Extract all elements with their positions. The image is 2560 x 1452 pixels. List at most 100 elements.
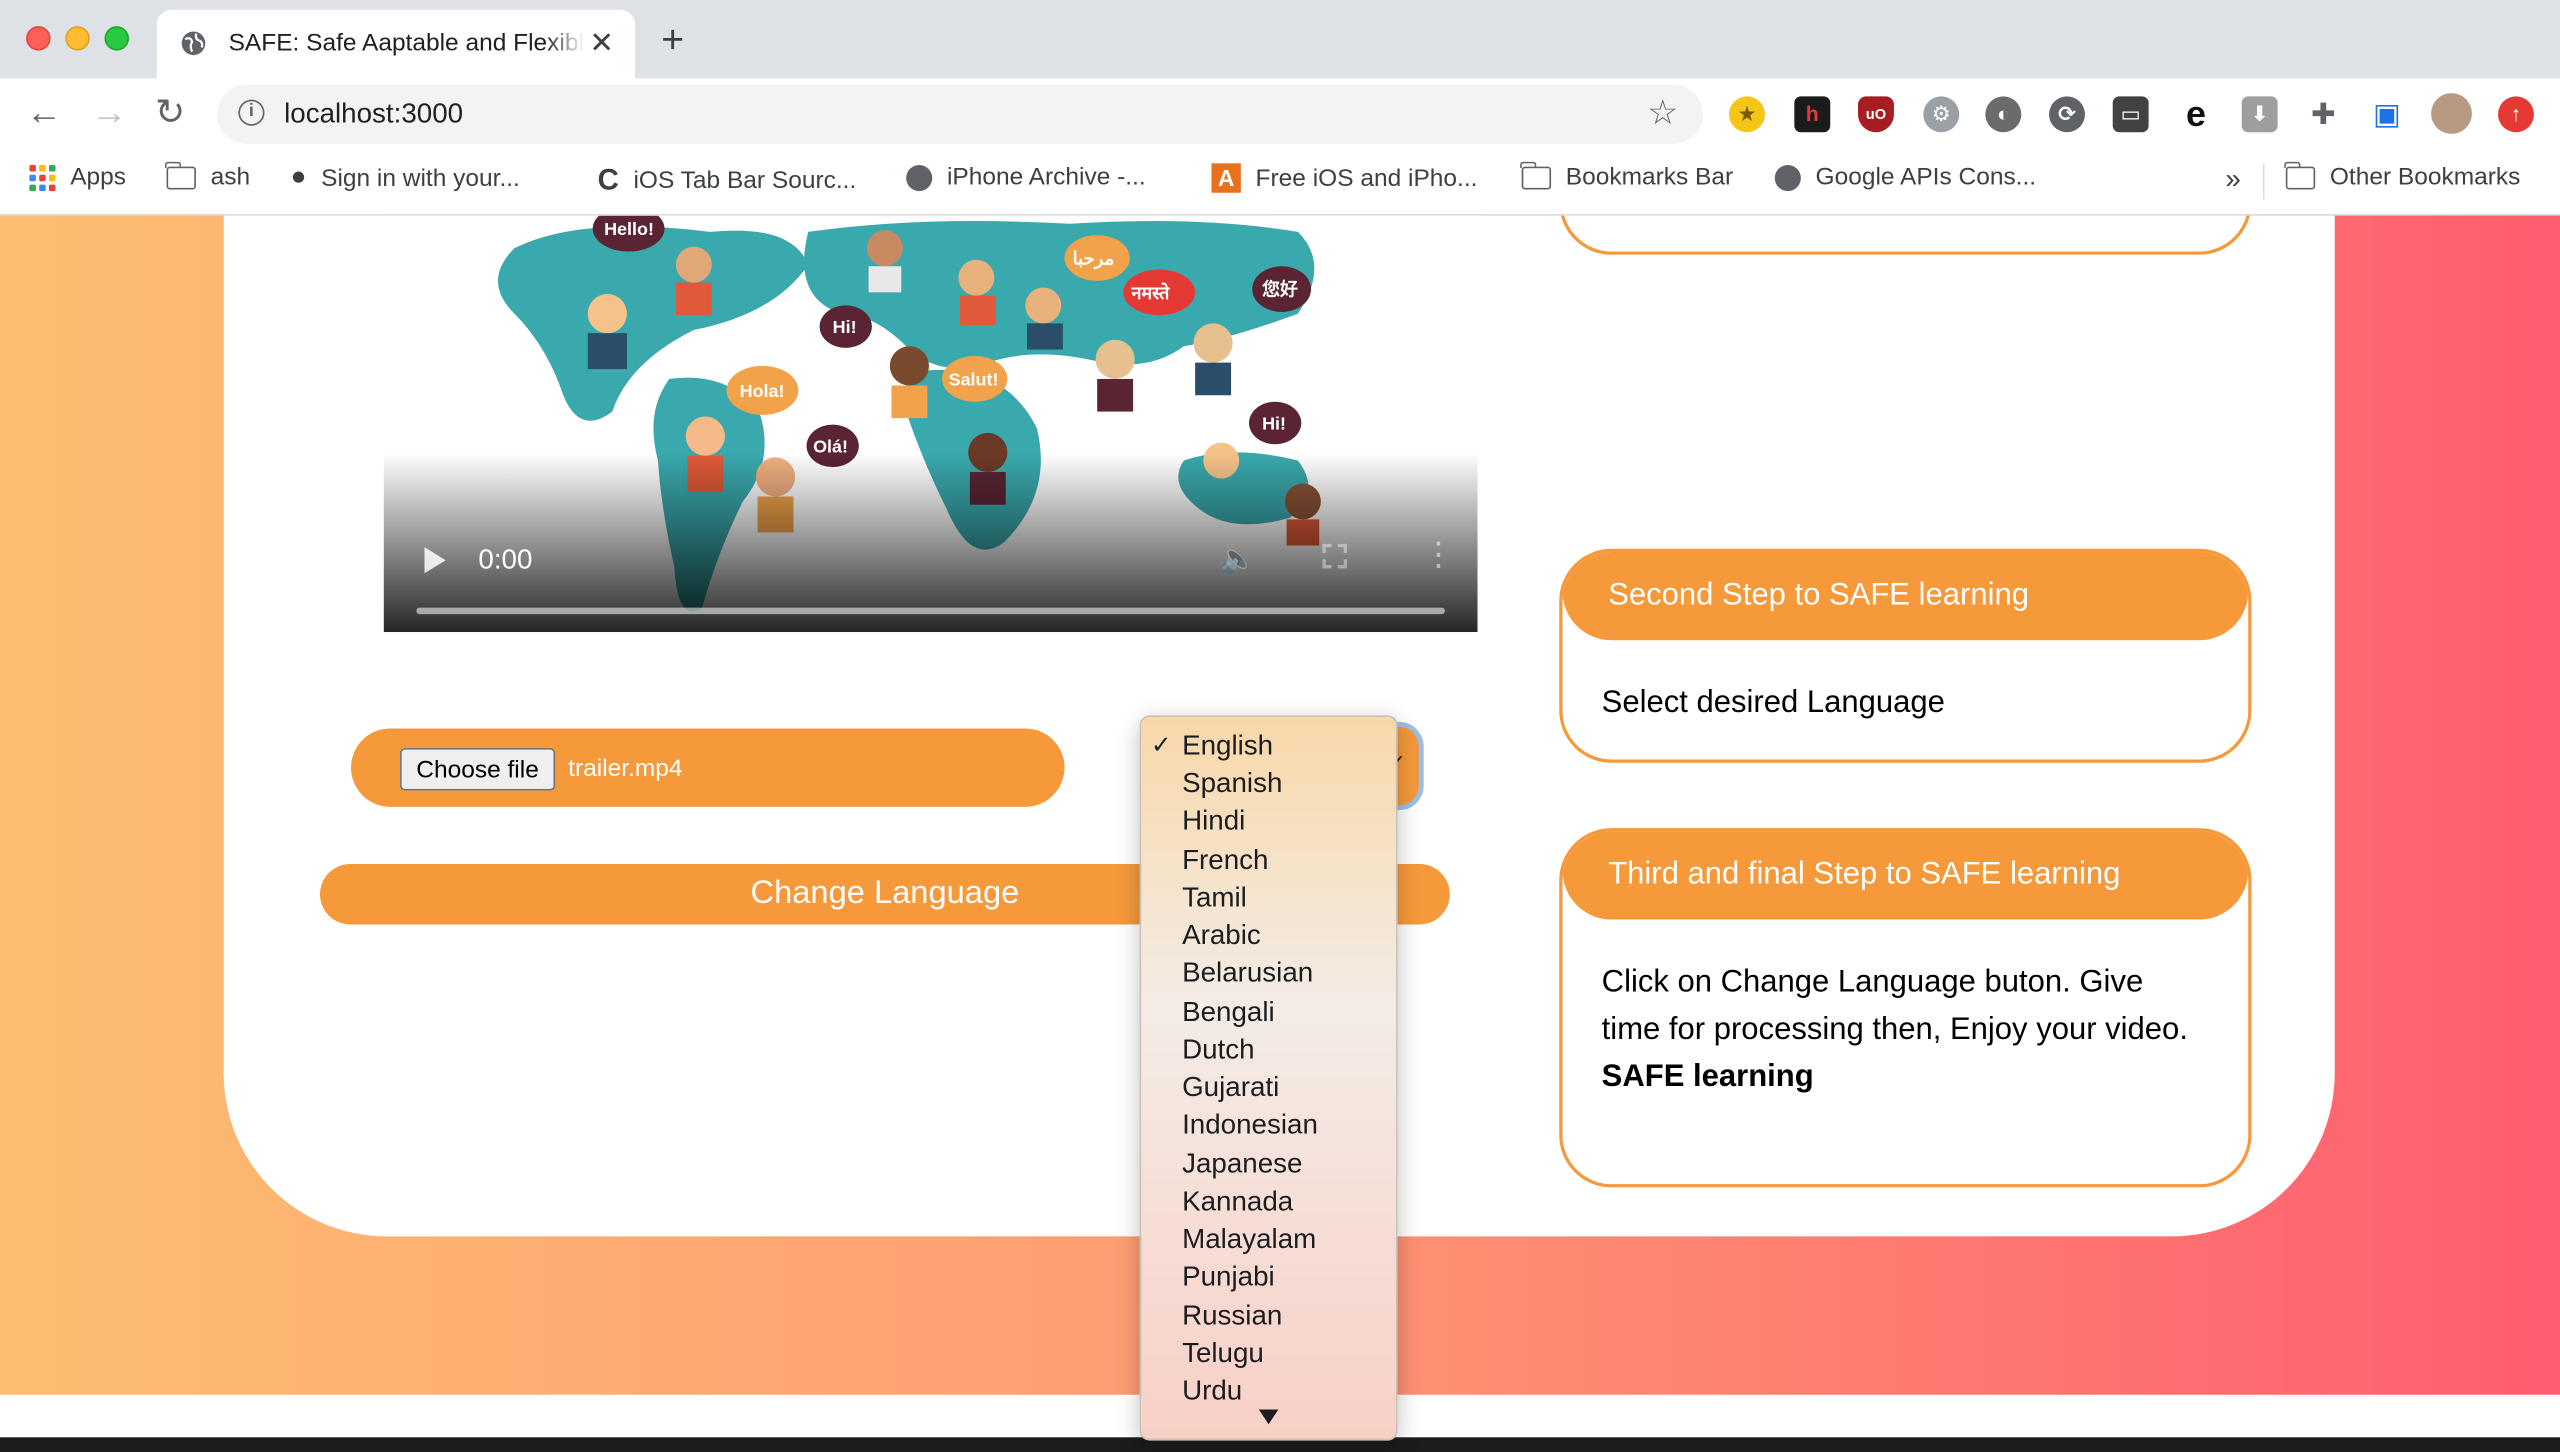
language-option[interactable]: Bengali (1182, 996, 1275, 1029)
profile-avatar[interactable] (2431, 93, 2472, 134)
bookmark-iphone-archive[interactable]: iPhone Archive -... (906, 163, 1146, 191)
h-extension-icon[interactable]: h (1794, 96, 1831, 133)
a-logo-icon: A (1211, 163, 1241, 193)
language-option[interactable]: Dutch (1182, 1034, 1255, 1067)
address-bar[interactable]: i localhost:3000 ☆ (217, 84, 1703, 144)
site-info-icon[interactable]: i (238, 99, 265, 126)
zoom-window-button[interactable] (104, 26, 129, 51)
third-step-card: Third and final Step to SAFE learning Cl… (1559, 828, 2252, 1188)
tab-title: SAFE: Safe Aaptable and Flexible (228, 29, 585, 58)
bookmark-label: iPhone Archive -... (946, 163, 1146, 192)
bookmark-label: Other Bookmarks (2329, 163, 2521, 192)
globe-icon (181, 31, 206, 56)
globe-icon (1774, 164, 1801, 191)
svg-text:Hello!: Hello! (604, 219, 654, 239)
language-option[interactable]: Russian (1182, 1300, 1282, 1333)
svg-text:Hi!: Hi! (1262, 414, 1286, 434)
bookmark-other[interactable]: Other Bookmarks (2284, 160, 2521, 192)
bookmark-apps[interactable]: Apps (29, 163, 126, 191)
update-icon[interactable]: ↑ (2498, 96, 2534, 133)
folder-icon (1520, 160, 1552, 189)
bookmark-google-apis[interactable]: Google APIs Cons... (1774, 163, 2037, 192)
gear-extension-icon[interactable]: ⚙ (1923, 96, 1960, 133)
language-option[interactable]: Gujarati (1182, 1071, 1279, 1104)
star-extension-icon[interactable]: ★ (1729, 96, 1765, 133)
language-option[interactable]: Spanish (1182, 768, 1282, 801)
step-title: Third and final Step to SAFE learning (1562, 831, 2249, 920)
language-option[interactable]: Hindi (1182, 805, 1245, 838)
more-options-icon[interactable]: ⋮ (1422, 539, 1455, 572)
globe-icon (906, 164, 933, 191)
reload-button[interactable]: ↻ (155, 94, 185, 131)
new-tab-button[interactable]: + (661, 20, 684, 60)
choose-file-button[interactable]: Choose file (400, 748, 556, 791)
svg-text:您好: 您好 (1262, 279, 1298, 300)
language-option[interactable]: French (1182, 844, 1268, 877)
bookmarks-overflow-button[interactable]: » (2225, 163, 2240, 196)
monitor-extension-icon[interactable]: ▭ (2112, 96, 2149, 133)
language-option[interactable]: Arabic (1182, 920, 1261, 953)
bookmark-ios-tab-bar[interactable]: C iOS Tab Bar Sourc... (598, 163, 857, 197)
circle-extension-icon[interactable]: ◐ (1985, 96, 2022, 133)
bookmark-sign-in[interactable]: ● Sign in with your... (291, 163, 520, 192)
forward-button[interactable]: → (91, 94, 127, 131)
video-controls: 0:00 🔈 ⋮ (383, 452, 1478, 633)
play-icon[interactable] (424, 547, 446, 574)
language-option[interactable]: Urdu (1182, 1375, 1242, 1408)
bookmark-label: Google APIs Cons... (1815, 163, 2037, 192)
minimize-window-button[interactable] (65, 26, 90, 51)
tab-strip: SAFE: Safe Aaptable and Flexible ✕ + (0, 0, 2560, 79)
bookmark-bookmarks-bar[interactable]: Bookmarks Bar (1520, 160, 1734, 192)
svg-text:Salut!: Salut! (949, 369, 999, 389)
video-player[interactable]: Hello! Hola! Hi! Olá! Salut! مرحبا नमस्त… (383, 215, 1478, 633)
step-emphasis: SAFE learning (1601, 1060, 1814, 1095)
language-option[interactable]: Malayalam (1182, 1223, 1316, 1256)
close-window-button[interactable] (26, 26, 51, 51)
scroll-down-arrow-icon[interactable] (1258, 1409, 1279, 1425)
language-option[interactable]: Japanese (1182, 1148, 1302, 1181)
language-option[interactable]: Telugu (1182, 1338, 1264, 1371)
folder-icon (165, 160, 196, 189)
download-extension-icon[interactable]: ⬇ (2241, 96, 2278, 133)
bookmark-star-icon[interactable]: ☆ (1647, 93, 1678, 134)
bookmark-label: iOS Tab Bar Sourc... (633, 166, 857, 195)
bookmark-label: Apps (70, 163, 127, 192)
browser-tab[interactable]: SAFE: Safe Aaptable and Flexible ✕ (156, 9, 636, 79)
svg-text:Hi!: Hi! (833, 317, 857, 337)
ie-extension-icon[interactable]: e (2178, 96, 2214, 133)
second-step-card: Second Step to SAFE learning Select desi… (1559, 548, 2252, 763)
svg-text:नमस्ते: नमस्ते (1130, 282, 1170, 303)
language-option[interactable]: English (1182, 730, 1273, 763)
back-button[interactable]: ← (26, 94, 62, 131)
bookmark-label: Bookmarks Bar (1565, 163, 1734, 192)
selected-checkmark-icon: ✓ (1151, 731, 1172, 760)
bookmarks-bar: Apps ash ● Sign in with your... C iOS Ta… (0, 150, 2560, 216)
browser-toolbar: ← → ↻ i localhost:3000 ☆ ★ h uO ⚙ ◐ ⟳ ▭ … (0, 78, 2560, 151)
language-option[interactable]: Punjabi (1182, 1261, 1275, 1294)
puzzle-extensions-icon[interactable]: ✚ (2305, 96, 2342, 133)
address-url[interactable]: localhost:3000 (284, 98, 463, 131)
volume-icon[interactable]: 🔈 (1220, 542, 1257, 576)
language-option[interactable]: Kannada (1182, 1186, 1293, 1219)
video-progress-bar[interactable] (416, 607, 1445, 615)
fullscreen-icon[interactable] (1322, 543, 1347, 569)
ublock-icon[interactable]: uO (1858, 96, 1894, 133)
apps-grid-icon (29, 164, 56, 191)
first-step-card (1559, 215, 2252, 255)
folder-icon (2284, 160, 2316, 189)
bookmarks-divider (2262, 163, 2265, 200)
language-option[interactable]: Tamil (1182, 882, 1247, 915)
step-body: Click on Change Language buton. Give tim… (1562, 920, 2248, 1124)
bookmark-free-ios[interactable]: A Free iOS and iPho... (1211, 163, 1478, 193)
close-tab-icon[interactable]: ✕ (589, 26, 614, 59)
refresh-extension-icon[interactable]: ⟳ (2049, 96, 2085, 133)
language-option[interactable]: Belarusian (1182, 957, 1313, 990)
file-upload-field: Choose file trailer.mp4 (351, 728, 1065, 807)
bookmark-ash[interactable]: ash (165, 160, 251, 192)
language-option[interactable]: Indonesian (1182, 1109, 1318, 1142)
cast-icon[interactable]: ▣ (2369, 96, 2405, 133)
bookmark-label: ash (210, 163, 251, 192)
svg-text:مرحبا: مرحبا (1073, 249, 1115, 270)
bookmark-label: Sign in with your... (321, 164, 520, 192)
bookmark-label: Free iOS and iPho... (1255, 164, 1478, 192)
